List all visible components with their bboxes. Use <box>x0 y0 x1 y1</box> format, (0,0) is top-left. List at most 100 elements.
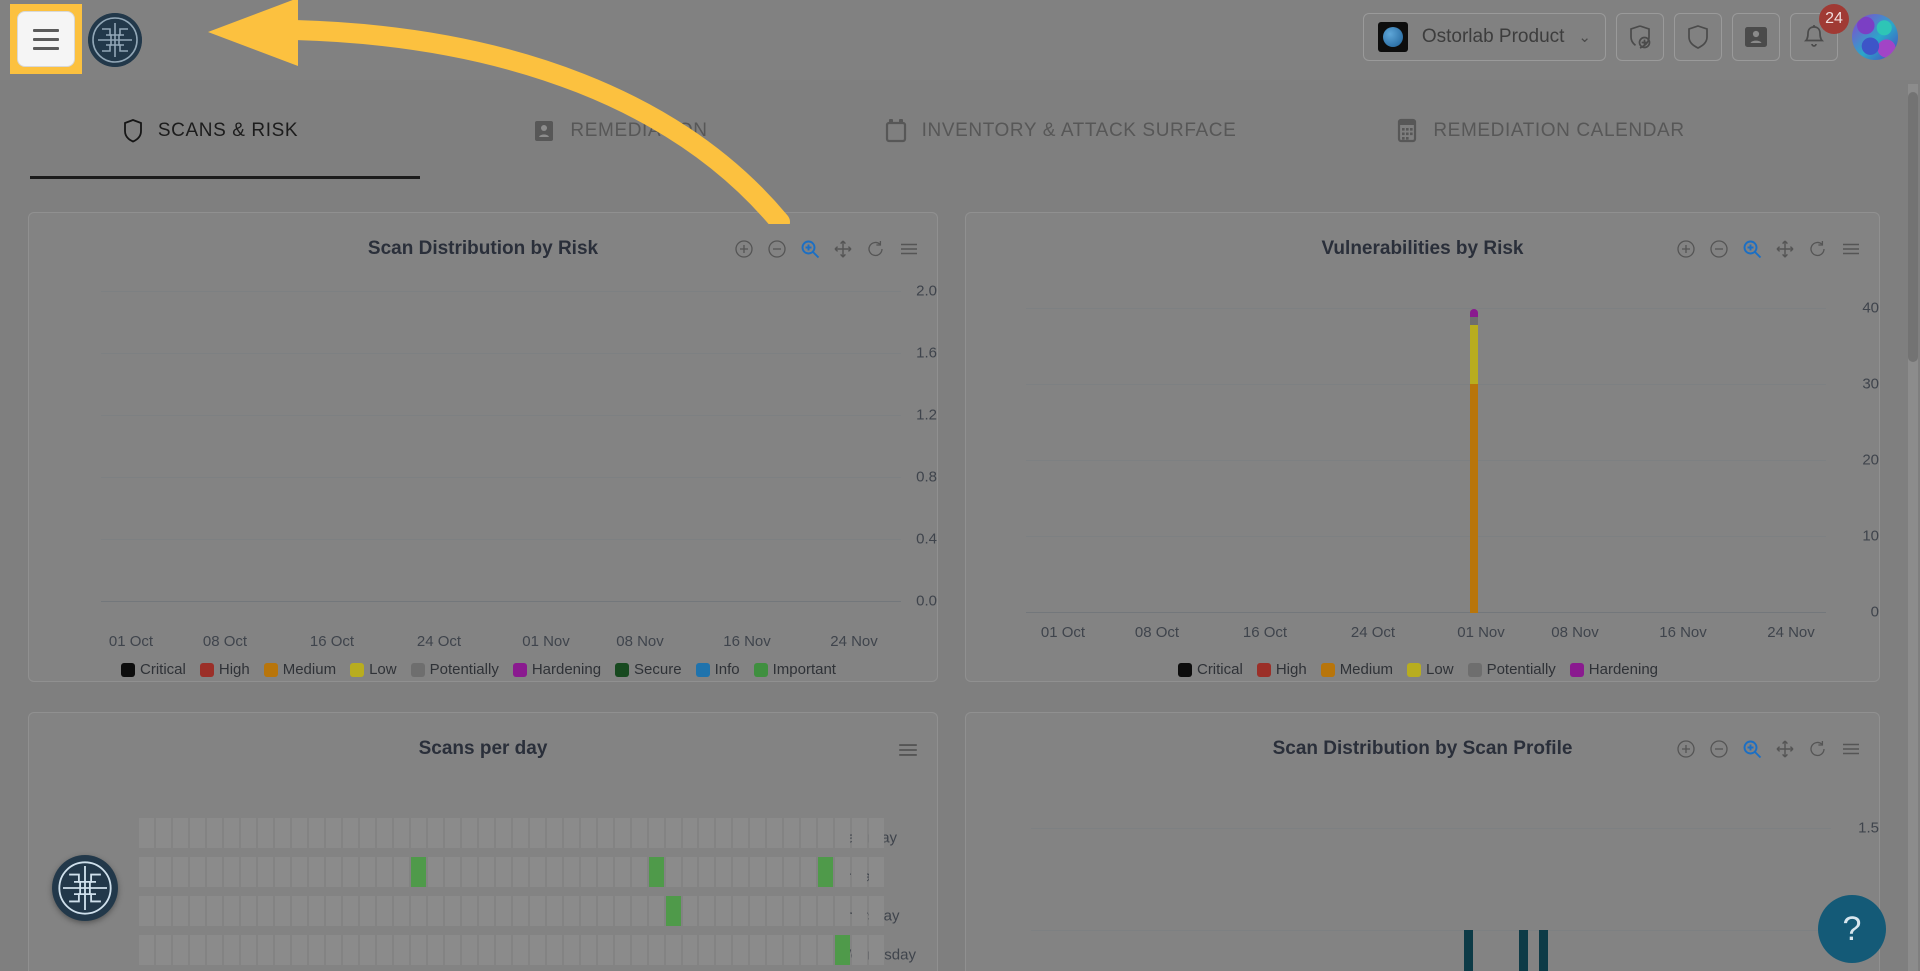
heatmap-cell[interactable] <box>632 935 647 965</box>
heatmap-cell[interactable] <box>598 818 613 848</box>
heatmap-cell[interactable] <box>190 818 205 848</box>
heatmap-cell[interactable] <box>479 896 494 926</box>
heatmap-cell[interactable] <box>173 857 188 887</box>
heatmap-cell[interactable] <box>547 818 562 848</box>
help-button[interactable]: ? <box>1818 895 1886 963</box>
heatmap-cell[interactable] <box>479 818 494 848</box>
heatmap-cell[interactable] <box>496 818 511 848</box>
heatmap-cell[interactable] <box>258 896 273 926</box>
panning-icon[interactable] <box>1775 239 1795 259</box>
heatmap-cell[interactable] <box>156 857 171 887</box>
heatmap-cell[interactable] <box>733 896 748 926</box>
heatmap-cell[interactable] <box>445 935 460 965</box>
bar-scan-profile[interactable] <box>1464 930 1473 971</box>
heatmap-cell[interactable] <box>547 896 562 926</box>
legend-item[interactable]: Potentially <box>411 661 499 678</box>
heatmap-cell[interactable] <box>632 896 647 926</box>
scrollbar-thumb[interactable] <box>1908 92 1918 362</box>
heatmap-cell[interactable] <box>292 935 307 965</box>
floating-ostorlab-widget[interactable] <box>52 855 118 921</box>
heatmap-cell[interactable] <box>581 935 596 965</box>
heatmap-cell[interactable] <box>733 818 748 848</box>
heatmap-cell[interactable] <box>394 818 409 848</box>
heatmap-cell[interactable] <box>462 818 477 848</box>
heatmap-cell[interactable] <box>462 896 477 926</box>
heatmap-cell[interactable] <box>309 896 324 926</box>
heatmap-cell[interactable] <box>360 935 375 965</box>
heatmap-cell[interactable] <box>428 935 443 965</box>
heatmap-cell[interactable] <box>716 818 731 848</box>
heatmap-cell[interactable] <box>139 935 154 965</box>
heatmap-cell[interactable] <box>767 818 782 848</box>
reset-zoom-icon[interactable] <box>1808 739 1828 759</box>
chart-plot-area[interactable] <box>101 291 901 531</box>
legend-item[interactable]: Low <box>1407 661 1454 678</box>
heatmap-cell[interactable] <box>699 935 714 965</box>
heatmap-cell[interactable] <box>750 818 765 848</box>
avatar[interactable] <box>1852 14 1898 60</box>
heatmap-cell[interactable] <box>716 857 731 887</box>
contact-card-icon-button[interactable] <box>1732 13 1780 61</box>
heatmap-cell[interactable] <box>767 896 782 926</box>
heatmap-cell[interactable] <box>530 818 545 848</box>
heatmap-cell[interactable] <box>818 935 833 965</box>
zoom-in-icon[interactable] <box>734 239 754 259</box>
heatmap-cell[interactable] <box>207 857 222 887</box>
heatmap-cell[interactable] <box>666 857 681 887</box>
heatmap-cell[interactable] <box>564 896 579 926</box>
heatmap-cell[interactable] <box>666 896 681 926</box>
heatmap-cell[interactable] <box>581 896 596 926</box>
heatmap-cell[interactable] <box>377 896 392 926</box>
heatmap-cell[interactable] <box>733 857 748 887</box>
legend-item[interactable]: Hardening <box>1570 661 1658 678</box>
heatmap-cell[interactable] <box>632 818 647 848</box>
heatmap-cell[interactable] <box>343 935 358 965</box>
heatmap-cell[interactable] <box>750 857 765 887</box>
heatmap-cell[interactable] <box>496 857 511 887</box>
heatmap-cell[interactable] <box>835 857 850 887</box>
heatmap-cell[interactable] <box>411 857 426 887</box>
heatmap-cell[interactable] <box>615 857 630 887</box>
heatmap-cell[interactable] <box>784 857 799 887</box>
heatmap-cell[interactable] <box>530 896 545 926</box>
heatmap-cell[interactable] <box>462 935 477 965</box>
heatmap-cell[interactable] <box>479 935 494 965</box>
heatmap-cell[interactable] <box>649 935 664 965</box>
heatmap-cell[interactable] <box>632 857 647 887</box>
heatmap-cell[interactable] <box>343 818 358 848</box>
heatmap-cell[interactable] <box>513 857 528 887</box>
heatmap-cell[interactable] <box>496 935 511 965</box>
heatmap-cell[interactable] <box>513 935 528 965</box>
selection-zoom-icon[interactable] <box>800 239 820 259</box>
heatmap-cell[interactable] <box>224 857 239 887</box>
organization-selector[interactable]: Ostorlab Product ⌄ <box>1363 13 1606 61</box>
menu-icon[interactable] <box>899 239 919 259</box>
heatmap-cell[interactable] <box>258 818 273 848</box>
heatmap-cell[interactable] <box>360 896 375 926</box>
legend-item[interactable]: Important <box>754 661 836 678</box>
heatmap-cell[interactable] <box>818 896 833 926</box>
tab-scans-and-risk[interactable]: SCANS & RISK <box>0 100 420 162</box>
legend-item[interactable]: Critical <box>1178 661 1243 678</box>
legend-item[interactable]: Critical <box>121 661 186 678</box>
heatmap-cell[interactable] <box>564 857 579 887</box>
heatmap-cell[interactable] <box>360 818 375 848</box>
heatmap-cell[interactable] <box>666 935 681 965</box>
heatmap-cell[interactable] <box>869 818 884 848</box>
heatmap-cell[interactable] <box>649 896 664 926</box>
heatmap-cell[interactable] <box>683 896 698 926</box>
heatmap-cell[interactable] <box>784 818 799 848</box>
heatmap-cell[interactable] <box>139 896 154 926</box>
legend-item[interactable]: Medium <box>1321 661 1393 678</box>
tab-remediation[interactable]: REMEDIATION <box>420 100 820 162</box>
heatmap-cell[interactable] <box>767 857 782 887</box>
heatmap-cell[interactable] <box>241 896 256 926</box>
heatmap-cell[interactable] <box>428 896 443 926</box>
stacked-bar[interactable] <box>1470 309 1478 613</box>
menu-icon[interactable] <box>1841 239 1861 259</box>
heatmap-cell[interactable] <box>547 935 562 965</box>
heatmap-cell[interactable] <box>309 818 324 848</box>
heatmap-cell[interactable] <box>360 857 375 887</box>
legend-item[interactable]: Potentially <box>1468 661 1556 678</box>
heatmap-cell[interactable] <box>496 896 511 926</box>
